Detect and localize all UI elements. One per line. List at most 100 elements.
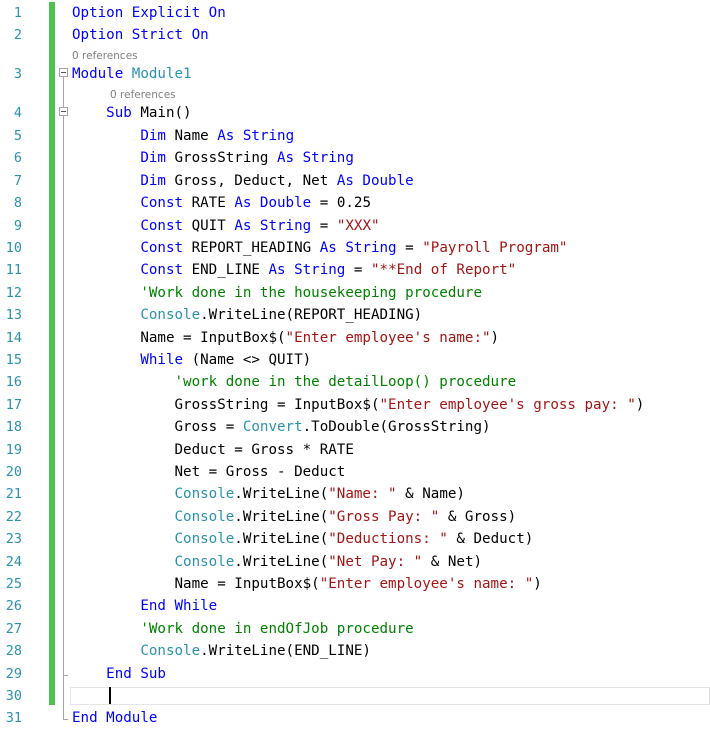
code-line[interactable]: Net = Gross - Deduct (72, 462, 345, 482)
code-token: Dim (140, 173, 175, 189)
code-token: As String (234, 218, 320, 234)
code-line[interactable]: Console.WriteLine("Gross Pay: " & Gross) (72, 507, 517, 527)
code-token: .WriteLine( (234, 531, 329, 547)
code-line[interactable]: Console.WriteLine("Deductions: " & Deduc… (72, 529, 534, 549)
code-line[interactable]: Console.WriteLine(REPORT_HEADING) (72, 305, 422, 325)
code-token: ) (533, 576, 542, 592)
code-line[interactable]: Console.WriteLine("Net Pay: " & Net) (72, 552, 483, 572)
line-number: 30 (5, 688, 22, 704)
code-line[interactable]: Dim GrossString As String (72, 148, 354, 168)
code-token: "Payroll Program" (422, 240, 568, 256)
line-number: 22 (5, 509, 22, 525)
code-token: 'Work done in endOfJob procedure (140, 621, 414, 637)
code-token: ) (635, 397, 645, 413)
code-token: = (405, 240, 423, 256)
code-token: Const (140, 195, 192, 211)
line-number: 10 (5, 240, 22, 256)
code-token: Name = InputBox$( (72, 576, 320, 592)
code-token: REPORT_HEADING (191, 240, 320, 256)
line-number: 24 (5, 554, 22, 570)
line-number: 2 (13, 27, 22, 43)
code-token: "Enter employee's gross pay: " (379, 397, 636, 413)
code-token: & Name) (396, 486, 465, 502)
line-number: 16 (5, 374, 22, 390)
code-token: Console (174, 531, 235, 547)
code-token: Deduct = Gross * RATE (72, 442, 354, 458)
code-line[interactable]: Const QUIT As String = "XXX" (72, 216, 379, 236)
line-number: 17 (5, 397, 22, 413)
code-line[interactable]: End Sub (72, 664, 166, 684)
line-number: 12 (5, 285, 22, 301)
line-number: 5 (13, 128, 22, 144)
line-number: 28 (5, 643, 22, 659)
code-line[interactable]: End Module (72, 708, 157, 728)
line-number: 31 (5, 710, 22, 726)
code-line[interactable]: Deduct = Gross * RATE (72, 440, 354, 460)
codelens-references[interactable]: 0 references (72, 49, 138, 63)
code-token: Main() (140, 105, 192, 121)
code-line[interactable]: Option Explicit On (72, 3, 226, 23)
code-token: 'Work done in the housekeeping procedure (140, 285, 483, 301)
code-token: "Enter employee's name: " (319, 576, 534, 592)
code-token: Net = Gross - Deduct (72, 464, 346, 480)
code-line[interactable]: Sub Main() (72, 103, 192, 123)
code-token: .WriteLine(END_LINE) (200, 643, 371, 659)
code-token: Console (174, 554, 235, 570)
code-token: End While (140, 598, 218, 614)
code-token: .WriteLine( (234, 486, 329, 502)
code-editor[interactable]: 1 2 3 4 5 6 7 8 9 10 11 12 13 14 15 16 17 18 19 20 21 22 23 24 2… (0, 0, 710, 729)
line-number: 21 (5, 486, 22, 502)
codelens-references[interactable]: 0 references (110, 88, 176, 102)
line-number: 29 (5, 666, 22, 682)
code-token: & Gross) (439, 509, 517, 525)
code-token: As Double (234, 195, 320, 211)
code-token: = 0.25 (319, 195, 371, 211)
code-token: Sub (106, 105, 141, 121)
line-number: 9 (13, 218, 22, 234)
line-number: 7 (13, 173, 22, 189)
code-token: .WriteLine( (234, 554, 329, 570)
code-line[interactable]: 'Work done in endOfJob procedure (72, 619, 414, 639)
code-token: As String (217, 128, 295, 144)
code-token: .WriteLine(REPORT_HEADING) (200, 307, 423, 323)
code-line[interactable]: Const REPORT_HEADING As String = "Payrol… (72, 238, 567, 258)
line-number: 8 (13, 195, 22, 211)
code-line[interactable]: While (Name <> QUIT) (72, 350, 311, 370)
code-line[interactable]: 'work done in the detailLoop() procedure (72, 372, 517, 392)
code-token: .ToDouble(GrossString) (302, 419, 491, 435)
line-number: 13 (5, 307, 22, 323)
collapse-toggle-icon[interactable] (59, 107, 68, 116)
code-token: QUIT (191, 218, 235, 234)
code-token: As Double (336, 173, 414, 189)
code-line[interactable]: Const END_LINE As String = "**End of Rep… (72, 260, 516, 280)
code-line[interactable]: Dim Gross, Deduct, Net As Double (72, 171, 414, 191)
code-line[interactable]: Module Module1 (72, 64, 192, 84)
code-line[interactable]: Name = InputBox$("Enter employee's name:… (72, 574, 542, 594)
text-cursor (109, 687, 111, 704)
code-line[interactable]: Console.WriteLine(END_LINE) (72, 641, 371, 661)
code-line[interactable]: Dim Name As String (72, 126, 294, 146)
line-number: 19 (5, 442, 22, 458)
code-line[interactable]: Name = InputBox$("Enter employee's name:… (72, 328, 499, 348)
code-line[interactable]: End While (72, 596, 217, 616)
code-line[interactable]: Console.WriteLine("Name: " & Name) (72, 484, 465, 504)
collapse-toggle-icon[interactable] (59, 68, 68, 77)
code-line[interactable]: Const RATE As Double = 0.25 (72, 193, 371, 213)
code-line[interactable]: GrossString = InputBox$("Enter employee'… (72, 395, 644, 415)
line-number: 26 (5, 598, 22, 614)
code-line[interactable]: Option Strict On (72, 25, 209, 45)
code-token: Module1 (131, 66, 192, 82)
code-line[interactable]: Gross = Convert.ToDouble(GrossString) (72, 417, 491, 437)
code-line[interactable]: 'Work done in the housekeeping procedure (72, 283, 482, 303)
code-token: (Name <> QUIT) (191, 352, 312, 368)
